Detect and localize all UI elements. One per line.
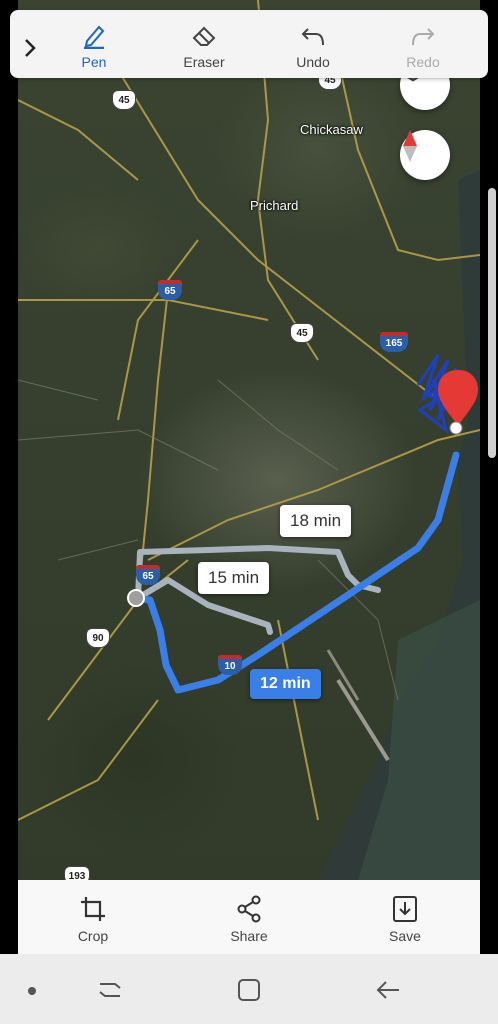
- place-label-prichard: Prichard: [250, 198, 299, 213]
- map-view[interactable]: Chickasaw Prichard 45 45 65 45 165 65 90…: [18, 0, 480, 880]
- place-label-chickasaw: Chickasaw: [300, 122, 363, 137]
- drawing-toolbar: Pen Eraser Undo Redo: [10, 10, 488, 78]
- us45-shield: 45: [112, 90, 136, 110]
- back-button[interactable]: [368, 972, 408, 1012]
- crop-button[interactable]: Crop: [48, 880, 138, 954]
- eraser-label: Eraser: [183, 54, 225, 70]
- share-button[interactable]: Share: [204, 880, 294, 954]
- crop-icon: [79, 894, 107, 924]
- crop-label: Crop: [77, 928, 109, 944]
- origin-marker[interactable]: [127, 589, 145, 607]
- share-icon: [236, 894, 262, 924]
- redo-label: Redo: [406, 54, 440, 70]
- i10-shield: 10: [218, 655, 242, 675]
- pen-label: Pen: [81, 54, 107, 70]
- undo-label: Undo: [296, 54, 330, 70]
- system-nav-bar: [0, 954, 498, 1024]
- expand-toolbar-button[interactable]: [10, 10, 50, 78]
- dot-icon: [27, 983, 37, 1001]
- pen-tool-button[interactable]: Pen: [54, 10, 134, 78]
- bottom-action-bar: Crop Share Save: [18, 880, 480, 954]
- recent-apps-icon: [97, 978, 123, 1007]
- selected-route-time[interactable]: 12 min: [250, 669, 321, 699]
- nav-dot-button[interactable]: [12, 972, 52, 1012]
- redo-button[interactable]: Redo: [383, 10, 463, 78]
- us193-shield: 193: [64, 866, 90, 880]
- i165-shield: 165: [380, 332, 408, 352]
- save-label: Save: [389, 928, 421, 944]
- back-arrow-icon: [375, 979, 401, 1006]
- alt-route-time-18[interactable]: 18 min: [280, 505, 352, 537]
- home-button[interactable]: [229, 972, 269, 1012]
- us90-shield: 90: [86, 628, 110, 648]
- share-label: Share: [230, 928, 268, 944]
- undo-icon: [300, 20, 326, 52]
- i65-shield: 65: [158, 280, 182, 300]
- eraser-icon: [190, 20, 218, 52]
- eraser-tool-button[interactable]: Eraser: [164, 10, 244, 78]
- undo-button[interactable]: Undo: [273, 10, 353, 78]
- redo-icon: [410, 20, 436, 52]
- alt-route-time-15[interactable]: 15 min: [198, 562, 270, 594]
- compass-button[interactable]: [400, 130, 450, 180]
- scrollbar[interactable]: [488, 188, 496, 458]
- pen-icon: [81, 20, 107, 52]
- recent-apps-button[interactable]: [90, 972, 130, 1012]
- chevron-right-icon: [23, 32, 37, 64]
- home-icon: [236, 977, 262, 1008]
- save-button[interactable]: Save: [360, 880, 450, 954]
- us45-shield-mid: 45: [290, 323, 314, 343]
- save-icon: [392, 894, 418, 924]
- i65-shield-mid: 65: [136, 565, 160, 585]
